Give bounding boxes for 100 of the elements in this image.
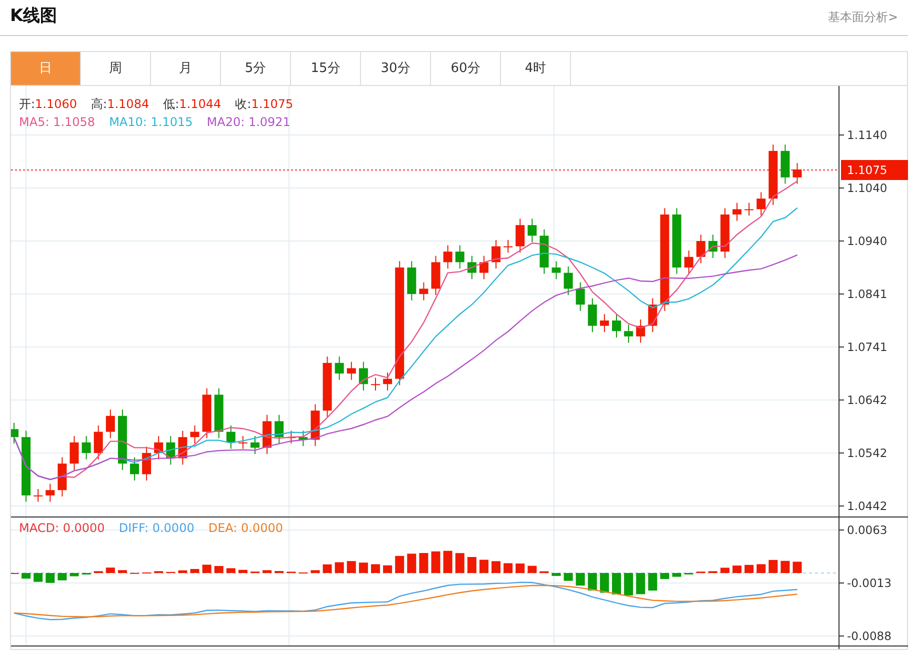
candlestick — [467, 255, 476, 280]
candlestick — [564, 266, 573, 296]
candlestick — [118, 409, 127, 470]
macd-bar — [516, 564, 525, 573]
candlestick — [346, 361, 356, 380]
candlestick — [250, 436, 260, 455]
macd-bar — [419, 553, 428, 573]
price-tick-label: 1.0741 — [847, 340, 888, 354]
candlestick — [732, 202, 742, 222]
candlestick — [540, 228, 549, 274]
macd-bar — [262, 570, 272, 573]
candlestick — [768, 144, 778, 206]
legend-item: 开:1.1060 — [19, 97, 78, 111]
macd-bar — [334, 562, 344, 573]
candlestick — [696, 234, 706, 264]
candlestick — [226, 424, 236, 450]
candlestick — [358, 361, 368, 391]
candlestick — [648, 298, 658, 333]
candlestick — [11, 422, 18, 444]
candlestick — [528, 218, 537, 243]
candlestick — [58, 456, 67, 497]
legend-item: 低:1.1044 — [163, 97, 222, 111]
candlestick — [744, 202, 754, 216]
macd-tick-label: -0.0088 — [847, 629, 892, 643]
candlestick — [383, 372, 392, 391]
macd-bar — [528, 566, 537, 573]
candlestick — [46, 483, 55, 502]
candlestick — [82, 436, 91, 460]
candlestick — [612, 314, 621, 338]
candlestick — [576, 282, 585, 312]
macd-bar — [346, 561, 356, 573]
price-tick-label: 1.1140 — [847, 128, 888, 142]
macd-bar — [118, 570, 127, 573]
macd-bar — [467, 557, 476, 573]
macd-bar — [624, 573, 634, 596]
candlestick — [130, 456, 139, 482]
candlestick — [34, 488, 43, 502]
macd-bar — [564, 573, 573, 581]
macd-bar — [492, 561, 500, 573]
macd-bar — [371, 564, 380, 573]
candlestick — [455, 244, 464, 270]
macd-bar — [720, 568, 730, 573]
candlestick — [600, 314, 609, 333]
macd-bar — [395, 556, 404, 573]
macd-bar — [214, 566, 224, 573]
macd-bar — [431, 551, 440, 573]
macd-bar — [358, 562, 368, 573]
candlestick — [214, 388, 224, 439]
candlestick — [142, 446, 152, 482]
legend-item: DIFF: 0.0000 — [118, 521, 194, 535]
candlestick — [310, 404, 320, 447]
macd-bar — [455, 553, 464, 573]
macd-bar — [552, 573, 561, 576]
macd-bar — [46, 573, 55, 583]
price-tick-label: 1.0442 — [847, 499, 888, 513]
candlestick — [552, 260, 561, 280]
macd-bar — [322, 564, 332, 573]
macd-bar — [588, 573, 597, 590]
candlestick — [756, 192, 766, 216]
candlestick — [298, 430, 308, 447]
candlestick — [190, 424, 200, 444]
macd-bar — [238, 570, 248, 573]
candlestick — [780, 144, 790, 184]
legend-item: MA10: 1.1015 — [109, 115, 193, 129]
macd-bar — [106, 568, 115, 573]
macd-bar — [636, 573, 646, 594]
current-price-label: 1.1075 — [847, 163, 888, 177]
macd-bar — [600, 573, 609, 593]
macd-bar — [672, 573, 682, 577]
macd-bar — [612, 573, 621, 594]
candlestick — [684, 250, 694, 274]
candlestick — [322, 356, 332, 418]
candlestick — [202, 388, 212, 439]
candlestick — [708, 234, 718, 258]
candlestick — [274, 414, 284, 444]
macd-bar — [479, 560, 488, 573]
candlestick — [492, 239, 500, 270]
macd-bar — [178, 570, 188, 573]
candlestick — [166, 436, 176, 466]
macd-bar — [660, 573, 670, 579]
candlestick — [624, 324, 634, 344]
candlestick — [262, 414, 272, 455]
candlestick — [792, 162, 802, 184]
price-tick-label: 1.0940 — [847, 234, 888, 248]
macd-tick-label: -0.0013 — [847, 576, 892, 590]
legend-item: MA20: 1.0921 — [206, 115, 290, 129]
macd-bar — [226, 568, 236, 573]
macd-bar — [383, 565, 392, 573]
candlestick — [238, 436, 248, 450]
macd-bar — [504, 563, 513, 573]
candlestick — [178, 430, 188, 466]
price-tick-label: 1.0642 — [847, 393, 888, 407]
price-tick-label: 1.1040 — [847, 181, 888, 195]
candlestick — [636, 318, 646, 344]
legend-item: 高:1.1084 — [91, 97, 150, 111]
fundamental-analysis-link[interactable]: 基本面分析> — [828, 8, 898, 26]
macd-bar — [202, 564, 212, 573]
macd-bar — [792, 562, 802, 573]
candlestick — [106, 409, 115, 439]
candlestick — [720, 208, 730, 258]
